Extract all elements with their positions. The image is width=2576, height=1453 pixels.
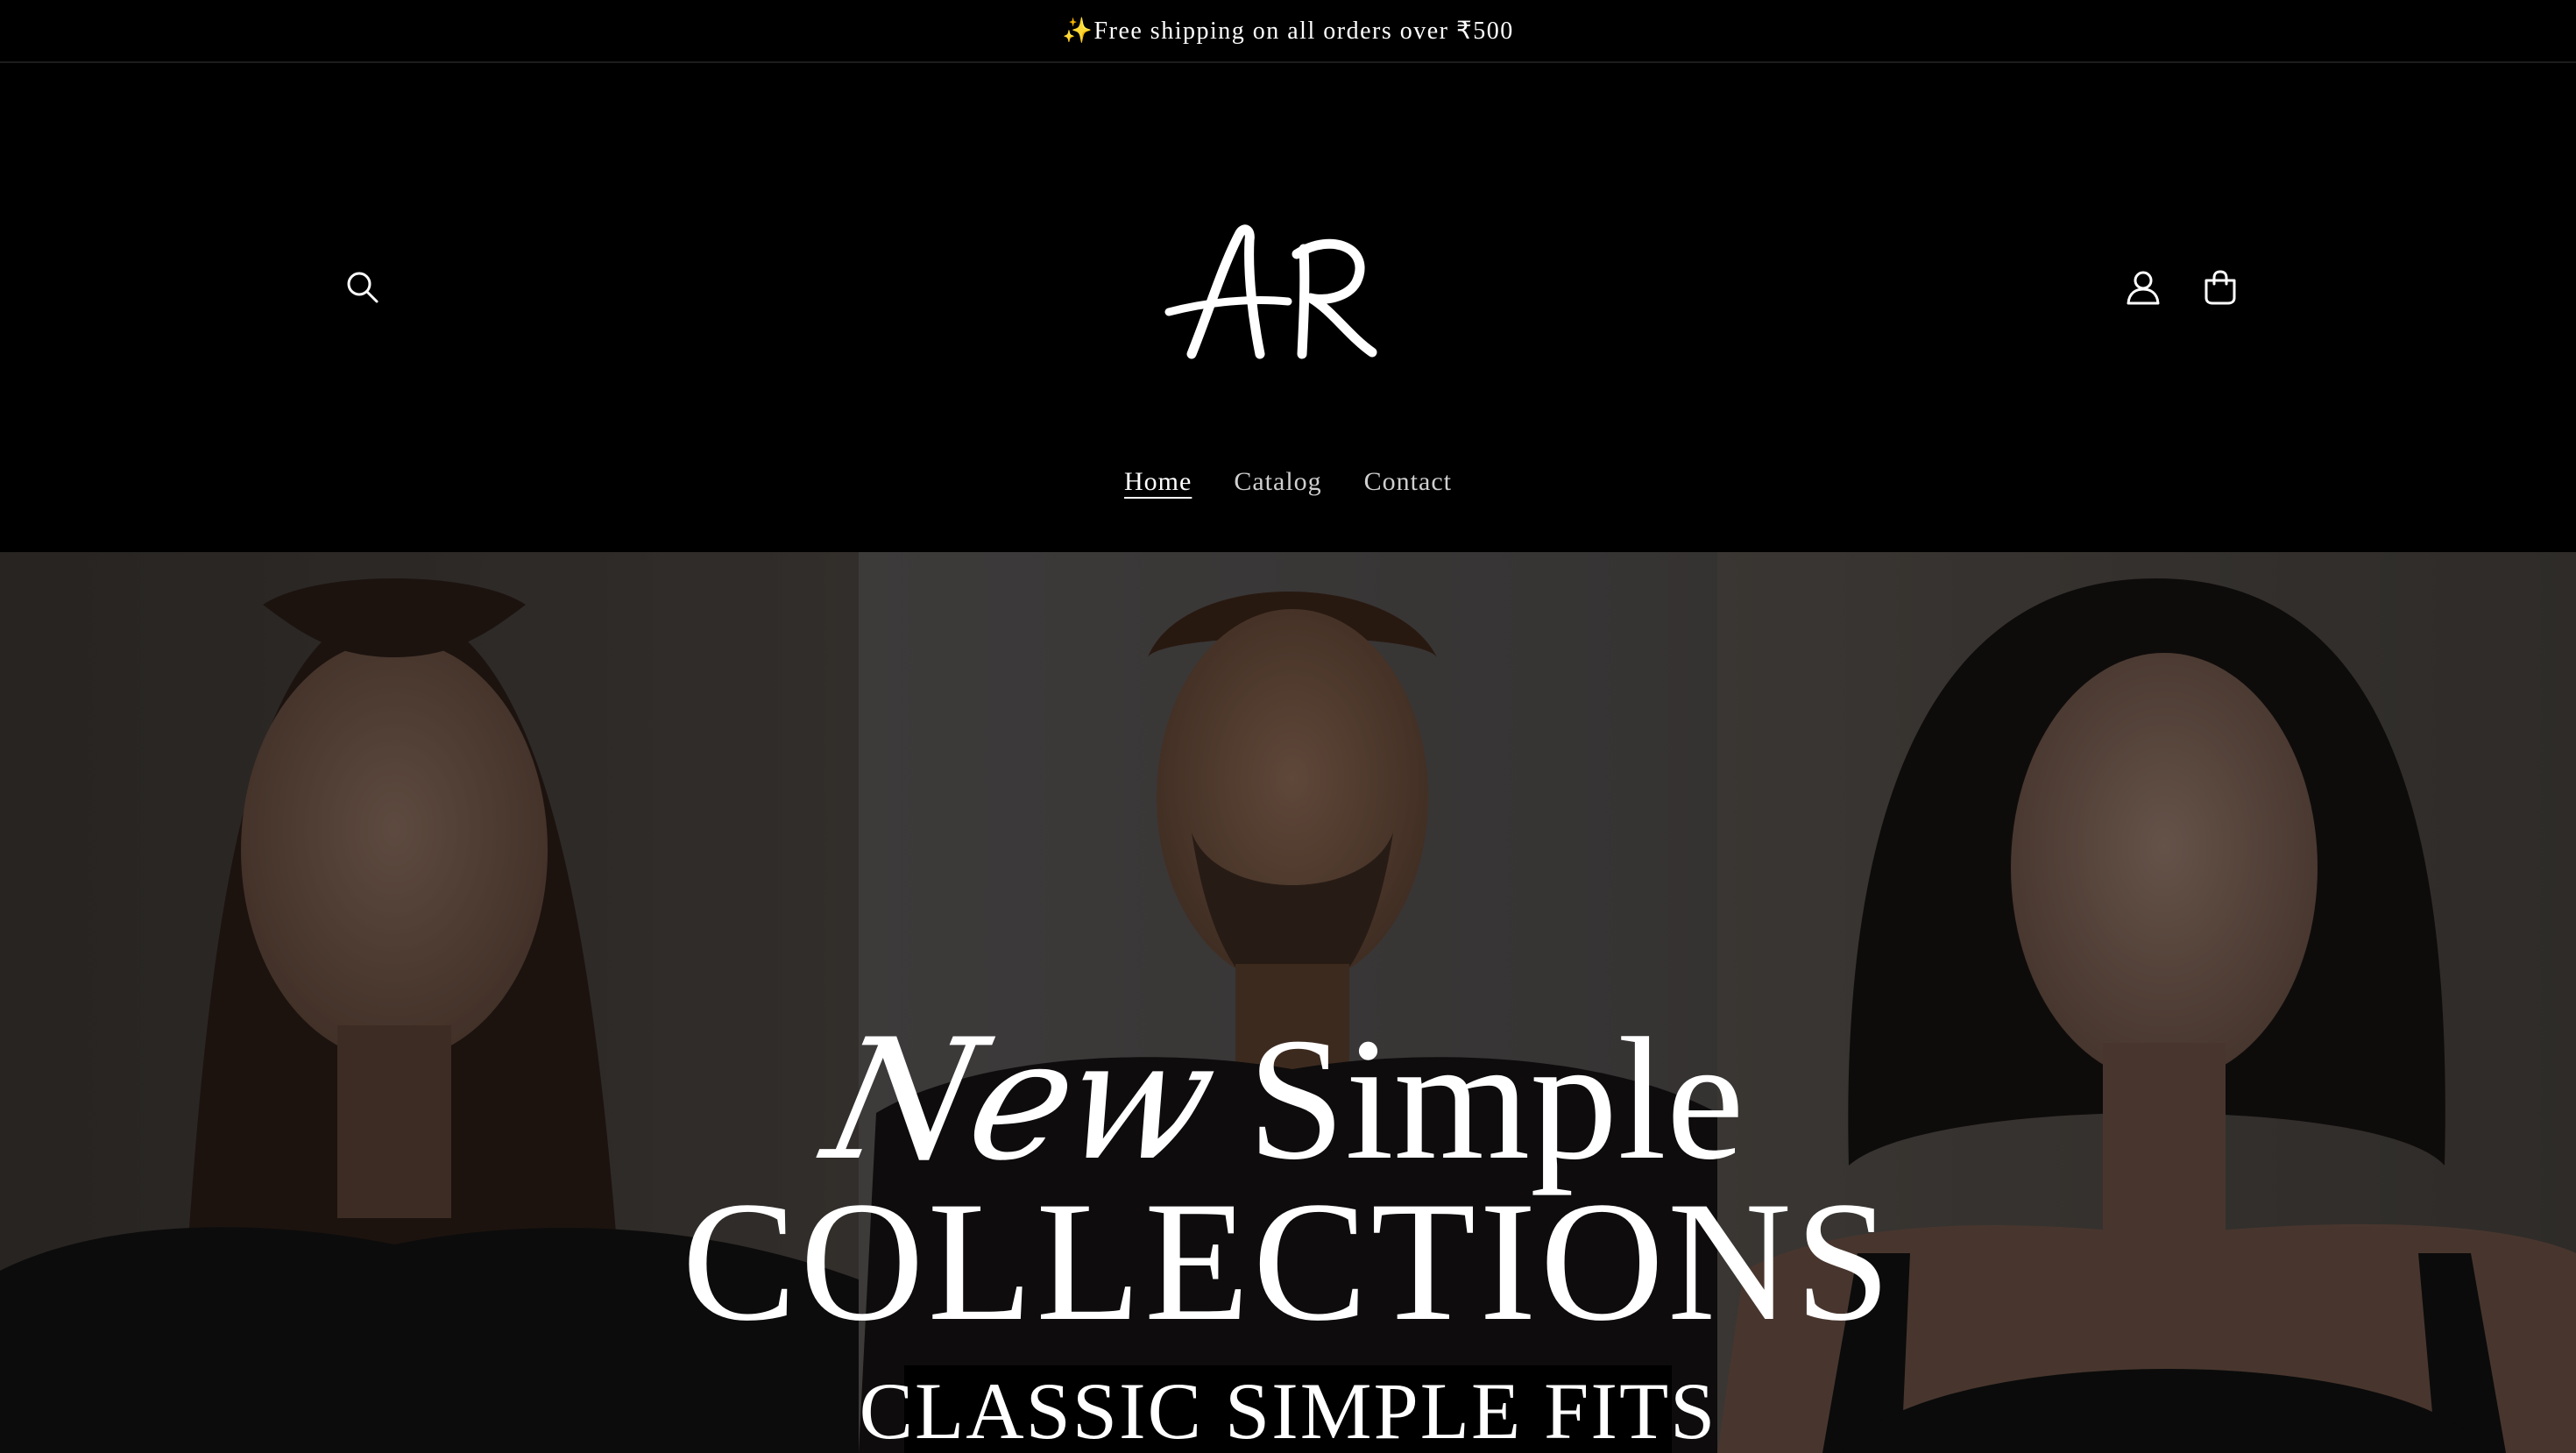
nav-link-contact[interactable]: Contact <box>1364 464 1452 500</box>
hero-subheading-box: CLASSIC SIMPLE FITS <box>860 1365 1715 1453</box>
store-logo[interactable] <box>1139 179 1402 407</box>
shopping-bag-icon <box>2204 270 2236 305</box>
nav-link-catalog[interactable]: Catalog <box>1234 464 1321 500</box>
hero-headline-line2: COLLECTIONS <box>682 1166 1894 1357</box>
ar-logo <box>1164 224 1377 359</box>
announcement-bar: ✨Free shipping on all orders over ₹500 <box>0 0 2576 63</box>
search-button[interactable] <box>335 259 391 315</box>
account-button[interactable] <box>2115 259 2171 315</box>
announcement-text: ✨Free shipping on all orders over ₹500 <box>1062 18 1514 45</box>
user-icon <box>2127 271 2160 305</box>
main-navigation: Home Catalog Contact <box>0 456 2576 508</box>
hero-content: New Simple COLLECTIONS CLASSIC SIMPLE FI… <box>0 552 2576 1453</box>
nav-link-home[interactable]: Home <box>1124 464 1192 500</box>
cart-button[interactable] <box>2192 259 2248 315</box>
search-icon <box>347 272 379 303</box>
hero-banner: New Simple COLLECTIONS CLASSIC SIMPLE FI… <box>0 552 2576 1453</box>
site-header: Home Catalog Contact <box>0 65 2576 552</box>
hero-subheading: CLASSIC SIMPLE FITS <box>859 1366 1717 1453</box>
